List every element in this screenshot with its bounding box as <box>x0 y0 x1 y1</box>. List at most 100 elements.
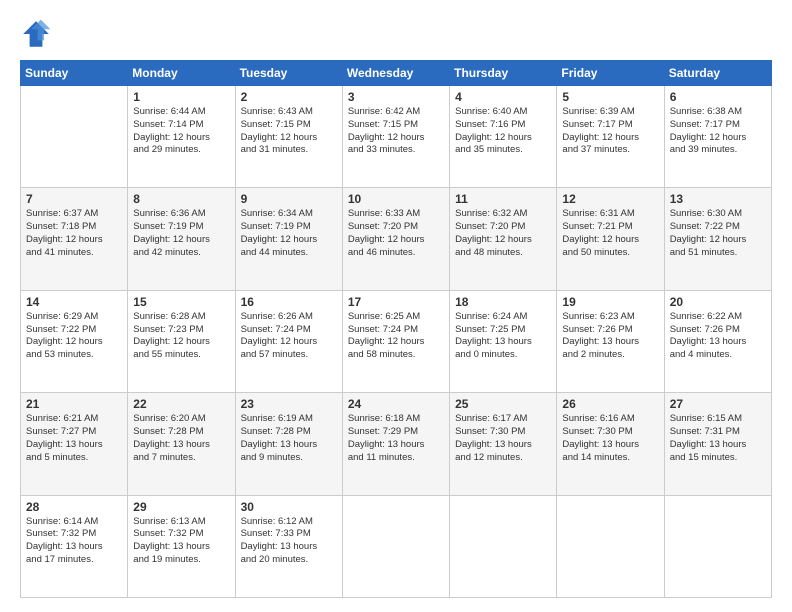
day-number: 1 <box>133 90 229 104</box>
weekday-friday: Friday <box>557 61 664 86</box>
day-info: Sunrise: 6:30 AM Sunset: 7:22 PM Dayligh… <box>670 208 766 259</box>
day-number: 24 <box>348 397 444 411</box>
day-number: 30 <box>241 500 337 514</box>
day-info: Sunrise: 6:29 AM Sunset: 7:22 PM Dayligh… <box>26 311 122 362</box>
calendar-cell <box>664 495 771 597</box>
calendar-cell: 17 Sunrise: 6:25 AM Sunset: 7:24 PM Dayli… <box>342 290 449 392</box>
day-info: Sunrise: 6:15 AM Sunset: 7:31 PM Dayligh… <box>670 413 766 464</box>
day-info: Sunrise: 6:38 AM Sunset: 7:17 PM Dayligh… <box>670 106 766 157</box>
day-info: Sunrise: 6:31 AM Sunset: 7:21 PM Dayligh… <box>562 208 658 259</box>
day-number: 22 <box>133 397 229 411</box>
header <box>20 18 772 50</box>
weekday-saturday: Saturday <box>664 61 771 86</box>
calendar-cell: 19 Sunrise: 6:23 AM Sunset: 7:26 PM Dayli… <box>557 290 664 392</box>
calendar-cell: 9Sunrise: 6:34 AM Sunset: 7:19 PM Daylig… <box>235 188 342 290</box>
day-info: Sunrise: 6:39 AM Sunset: 7:17 PM Dayligh… <box>562 106 658 157</box>
calendar-cell: 30 Sunrise: 6:12 AM Sunset: 7:33 PM Dayli… <box>235 495 342 597</box>
day-info: Sunrise: 6:25 AM Sunset: 7:24 PM Dayligh… <box>348 311 444 362</box>
day-number: 7 <box>26 192 122 206</box>
weekday-thursday: Thursday <box>450 61 557 86</box>
logo-icon <box>20 18 52 50</box>
calendar-cell: 2 Sunrise: 6:43 AM Sunset: 7:15 PM Daylig… <box>235 86 342 188</box>
day-number: 21 <box>26 397 122 411</box>
day-number: 10 <box>348 192 444 206</box>
weekday-wednesday: Wednesday <box>342 61 449 86</box>
calendar-cell: 6 Sunrise: 6:38 AM Sunset: 7:17 PM Daylig… <box>664 86 771 188</box>
calendar-row-1: 7 Sunrise: 6:37 AM Sunset: 7:18 PM Daylig… <box>21 188 772 290</box>
calendar-cell: 5 Sunrise: 6:39 AM Sunset: 7:17 PM Daylig… <box>557 86 664 188</box>
calendar-cell <box>342 495 449 597</box>
day-info: Sunrise: 6:32 AM Sunset: 7:20 PM Dayligh… <box>455 208 551 259</box>
day-number: 5 <box>562 90 658 104</box>
weekday-monday: Monday <box>128 61 235 86</box>
calendar-cell: 21 Sunrise: 6:21 AM Sunset: 7:27 PM Dayli… <box>21 393 128 495</box>
weekday-sunday: Sunday <box>21 61 128 86</box>
calendar-cell: 10 Sunrise: 6:33 AM Sunset: 7:20 PM Dayli… <box>342 188 449 290</box>
calendar-cell <box>450 495 557 597</box>
day-info: Sunrise: 6:26 AM Sunset: 7:24 PM Dayligh… <box>241 311 337 362</box>
calendar-row-4: 28 Sunrise: 6:14 AM Sunset: 7:32 PM Dayli… <box>21 495 772 597</box>
day-number: 3 <box>348 90 444 104</box>
day-number: 28 <box>26 500 122 514</box>
calendar-cell: 27Sunrise: 6:15 AM Sunset: 7:31 PM Dayli… <box>664 393 771 495</box>
day-number: 26 <box>562 397 658 411</box>
day-info: Sunrise: 6:37 AM Sunset: 7:18 PM Dayligh… <box>26 208 122 259</box>
calendar-cell: 28 Sunrise: 6:14 AM Sunset: 7:32 PM Dayli… <box>21 495 128 597</box>
day-info: Sunrise: 6:19 AM Sunset: 7:28 PM Dayligh… <box>241 413 337 464</box>
day-number: 4 <box>455 90 551 104</box>
day-info: Sunrise: 6:43 AM Sunset: 7:15 PM Dayligh… <box>241 106 337 157</box>
calendar-cell: 11 Sunrise: 6:32 AM Sunset: 7:20 PM Dayli… <box>450 188 557 290</box>
calendar-cell: 13 Sunrise: 6:30 AM Sunset: 7:22 PM Dayli… <box>664 188 771 290</box>
day-number: 23 <box>241 397 337 411</box>
day-number: 6 <box>670 90 766 104</box>
calendar-cell: 23 Sunrise: 6:19 AM Sunset: 7:28 PM Dayli… <box>235 393 342 495</box>
day-info: Sunrise: 6:12 AM Sunset: 7:33 PM Dayligh… <box>241 516 337 567</box>
logo <box>20 18 58 50</box>
day-info: Sunrise: 6:36 AM Sunset: 7:19 PM Dayligh… <box>133 208 229 259</box>
calendar-cell: 20 Sunrise: 6:22 AM Sunset: 7:26 PM Dayli… <box>664 290 771 392</box>
day-number: 11 <box>455 192 551 206</box>
day-number: 17 <box>348 295 444 309</box>
day-info: Sunrise: 6:23 AM Sunset: 7:26 PM Dayligh… <box>562 311 658 362</box>
day-info: Sunrise: 6:22 AM Sunset: 7:26 PM Dayligh… <box>670 311 766 362</box>
calendar-cell: 26 Sunrise: 6:16 AM Sunset: 7:30 PM Dayli… <box>557 393 664 495</box>
calendar-row-2: 14 Sunrise: 6:29 AM Sunset: 7:22 PM Dayli… <box>21 290 772 392</box>
calendar-cell <box>557 495 664 597</box>
calendar-cell: 22 Sunrise: 6:20 AM Sunset: 7:28 PM Dayli… <box>128 393 235 495</box>
calendar-cell: 14 Sunrise: 6:29 AM Sunset: 7:22 PM Dayli… <box>21 290 128 392</box>
day-number: 16 <box>241 295 337 309</box>
calendar-cell: 16 Sunrise: 6:26 AM Sunset: 7:24 PM Dayli… <box>235 290 342 392</box>
day-number: 2 <box>241 90 337 104</box>
calendar-cell: 1 Sunrise: 6:44 AM Sunset: 7:14 PM Daylig… <box>128 86 235 188</box>
calendar-cell: 18Sunrise: 6:24 AM Sunset: 7:25 PM Dayli… <box>450 290 557 392</box>
weekday-tuesday: Tuesday <box>235 61 342 86</box>
day-info: Sunrise: 6:34 AM Sunset: 7:19 PM Dayligh… <box>241 208 337 259</box>
day-info: Sunrise: 6:21 AM Sunset: 7:27 PM Dayligh… <box>26 413 122 464</box>
day-info: Sunrise: 6:24 AM Sunset: 7:25 PM Dayligh… <box>455 311 551 362</box>
day-info: Sunrise: 6:28 AM Sunset: 7:23 PM Dayligh… <box>133 311 229 362</box>
day-info: Sunrise: 6:20 AM Sunset: 7:28 PM Dayligh… <box>133 413 229 464</box>
day-number: 12 <box>562 192 658 206</box>
calendar-cell: 8Sunrise: 6:36 AM Sunset: 7:19 PM Daylig… <box>128 188 235 290</box>
day-number: 14 <box>26 295 122 309</box>
day-number: 13 <box>670 192 766 206</box>
day-number: 25 <box>455 397 551 411</box>
calendar-cell: 24 Sunrise: 6:18 AM Sunset: 7:29 PM Dayli… <box>342 393 449 495</box>
day-info: Sunrise: 6:40 AM Sunset: 7:16 PM Dayligh… <box>455 106 551 157</box>
day-info: Sunrise: 6:14 AM Sunset: 7:32 PM Dayligh… <box>26 516 122 567</box>
day-info: Sunrise: 6:33 AM Sunset: 7:20 PM Dayligh… <box>348 208 444 259</box>
day-number: 20 <box>670 295 766 309</box>
calendar-cell <box>21 86 128 188</box>
page: SundayMondayTuesdayWednesdayThursdayFrid… <box>0 0 792 612</box>
day-info: Sunrise: 6:44 AM Sunset: 7:14 PM Dayligh… <box>133 106 229 157</box>
day-info: Sunrise: 6:16 AM Sunset: 7:30 PM Dayligh… <box>562 413 658 464</box>
calendar-cell: 29Sunrise: 6:13 AM Sunset: 7:32 PM Dayli… <box>128 495 235 597</box>
day-number: 29 <box>133 500 229 514</box>
calendar-cell: 4 Sunrise: 6:40 AM Sunset: 7:16 PM Daylig… <box>450 86 557 188</box>
calendar-cell: 7 Sunrise: 6:37 AM Sunset: 7:18 PM Daylig… <box>21 188 128 290</box>
day-number: 15 <box>133 295 229 309</box>
day-info: Sunrise: 6:18 AM Sunset: 7:29 PM Dayligh… <box>348 413 444 464</box>
weekday-header-row: SundayMondayTuesdayWednesdayThursdayFrid… <box>21 61 772 86</box>
day-info: Sunrise: 6:17 AM Sunset: 7:30 PM Dayligh… <box>455 413 551 464</box>
day-number: 19 <box>562 295 658 309</box>
